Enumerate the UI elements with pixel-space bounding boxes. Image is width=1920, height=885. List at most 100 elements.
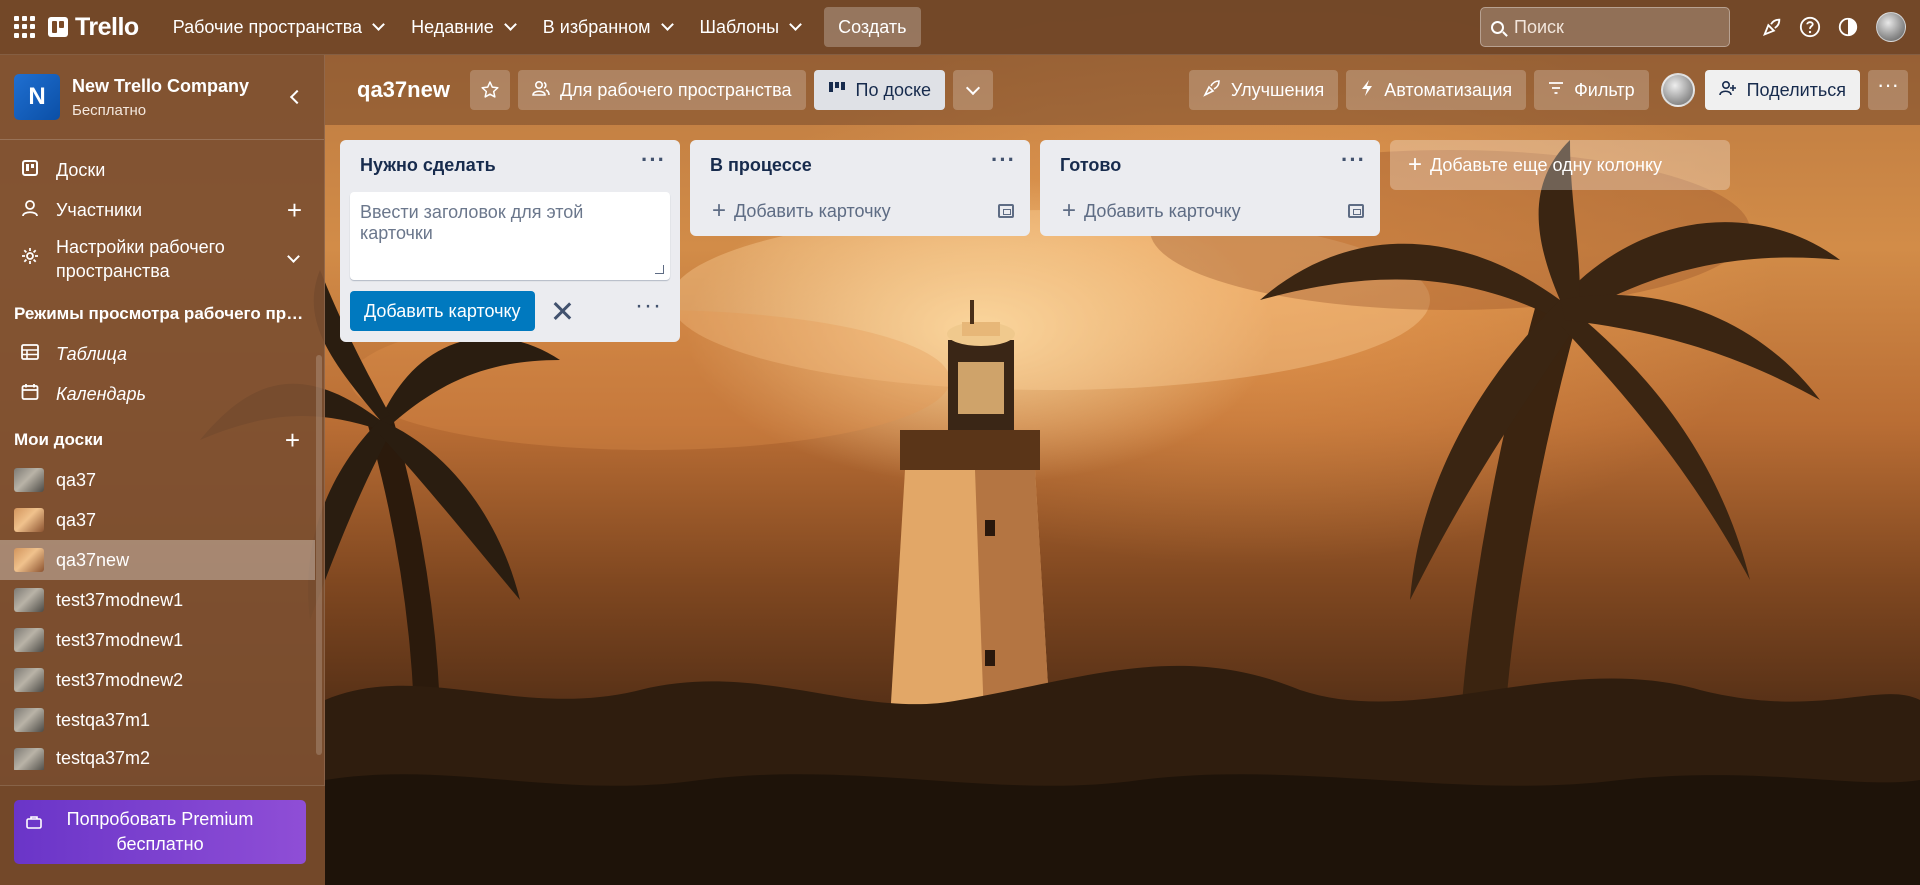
search-box[interactable]	[1480, 7, 1730, 47]
automation-button[interactable]: Автоматизация	[1346, 70, 1527, 110]
calendar-icon	[20, 383, 40, 406]
list-in-progress: В процессе ··· + Добавить карточку	[690, 140, 1030, 236]
filter-button[interactable]: Фильтр	[1534, 70, 1649, 110]
chevron-left-icon	[289, 89, 305, 105]
add-board-icon[interactable]: +	[285, 425, 300, 456]
plus-icon: +	[1062, 197, 1077, 224]
add-card-label: Добавить карточку	[1084, 200, 1241, 221]
add-card-button[interactable]: Добавить карточку	[350, 291, 535, 331]
board-title[interactable]: qa37new	[357, 77, 450, 103]
sidebar-board-item[interactable]: qa37	[0, 460, 324, 500]
powerups-button[interactable]: Улучшения	[1188, 70, 1339, 110]
sidebar-board-item[interactable]: test37modnew2	[0, 660, 324, 700]
table-icon	[20, 343, 40, 365]
sidebar-board-item[interactable]: testqa37m2	[0, 740, 324, 770]
card-composer	[350, 192, 670, 280]
sidebar-item-label: Доски	[56, 159, 106, 180]
workspace-header: N New Trello Company Бесплатно	[0, 55, 324, 140]
sidebar-item-label: Настройки рабочего пространства	[56, 237, 225, 281]
board-thumbnail	[14, 548, 44, 572]
visibility-label: Для рабочего пространства	[559, 79, 792, 100]
sidebar-board-item[interactable]: testqa37m1	[0, 700, 324, 740]
add-list-button[interactable]: + Добавьте еще одну колонку	[1390, 140, 1730, 190]
top-right-tools	[1480, 7, 1906, 47]
resize-handle-icon[interactable]	[655, 265, 664, 274]
board-header: qa37new Для рабочего пространства По дос…	[325, 55, 1920, 125]
close-icon[interactable]	[549, 298, 575, 324]
sidebar-item-settings[interactable]: Настройки рабочего пространства	[0, 230, 324, 288]
nav-templates-label: Шаблоны	[699, 16, 780, 37]
list-title[interactable]: Готово	[1060, 155, 1121, 176]
board-member-avatar[interactable]	[1660, 73, 1695, 107]
list-menu-icon[interactable]: ···	[1341, 149, 1366, 175]
board-menu-button[interactable]: ···	[1868, 70, 1908, 110]
add-card-row[interactable]: + Добавить карточку	[1040, 190, 1380, 232]
sidebar-board-item[interactable]: qa37	[0, 500, 324, 540]
collapse-sidebar-button[interactable]	[280, 82, 310, 112]
trello-logo-icon	[48, 17, 68, 37]
nav-workspaces-label: Рабочие пространства	[172, 16, 363, 37]
star-board-button[interactable]	[469, 70, 510, 110]
add-member-icon[interactable]: +	[287, 195, 302, 226]
add-person-icon	[1718, 79, 1737, 102]
list-menu-icon[interactable]: ···	[641, 149, 666, 175]
add-card-row[interactable]: + Добавить карточку	[690, 190, 1030, 232]
try-premium-button[interactable]: Попробовать Premium бесплатно	[14, 800, 306, 864]
briefcase-icon	[26, 812, 42, 837]
board-thumbnail	[14, 468, 44, 492]
workspace-sidebar: N New Trello Company Бесплатно Доски Уча…	[0, 55, 325, 885]
board-thumbnail	[14, 668, 44, 692]
workspace-plan: Бесплатно	[72, 101, 147, 119]
nav-recent[interactable]: Недавние	[399, 8, 527, 46]
list-title[interactable]: Нужно сделать	[360, 155, 496, 176]
nav-starred[interactable]: В избранном	[531, 8, 684, 46]
search-input[interactable]	[1514, 16, 1704, 38]
app-switcher-icon[interactable]	[14, 16, 36, 38]
share-button[interactable]: Поделиться	[1704, 70, 1860, 110]
trello-logo-text: Trello	[75, 12, 139, 41]
try-premium-label: Попробовать Premium бесплатно	[66, 809, 254, 854]
workspace-views-label: Режимы просмотра рабочего пространства	[14, 304, 310, 323]
sidebar-item-boards[interactable]: Доски	[0, 150, 324, 190]
sidebar-board-item-active[interactable]: qa37new	[0, 540, 315, 580]
filter-icon	[1548, 80, 1564, 100]
sidebar-view-calendar[interactable]: Календарь	[0, 374, 324, 414]
list-menu-icon[interactable]: ···	[991, 149, 1016, 175]
list-header[interactable]: Нужно сделать ···	[340, 140, 680, 190]
sidebar-item-members[interactable]: Участники +	[0, 190, 324, 230]
workspace-name: New Trello Company	[72, 75, 250, 96]
composer-options-icon[interactable]: ···	[635, 292, 662, 330]
board-view-button[interactable]: По доске	[813, 70, 946, 110]
theme-toggle-icon[interactable]	[1834, 13, 1862, 41]
create-button[interactable]: Создать	[824, 7, 921, 47]
automation-label: Автоматизация	[1384, 79, 1513, 100]
help-icon[interactable]	[1796, 13, 1824, 41]
list-done: Готово ··· + Добавить карточку	[1040, 140, 1380, 236]
chevron-down-icon	[660, 18, 674, 31]
nav-templates[interactable]: Шаблоны	[688, 8, 813, 46]
card-template-icon[interactable]	[998, 204, 1014, 218]
list-header[interactable]: В процессе ···	[690, 140, 1030, 190]
board-name: qa37new	[56, 549, 130, 570]
add-list-label: Добавьте еще одну колонку	[1430, 154, 1663, 175]
user-avatar[interactable]	[1876, 12, 1906, 42]
workspace-views-title: Режимы просмотра рабочего пространства	[0, 294, 324, 334]
trello-logo[interactable]: Trello	[48, 13, 139, 42]
card-template-icon[interactable]	[1348, 204, 1364, 218]
sidebar-view-table[interactable]: Таблица	[0, 334, 324, 374]
sidebar-scrollbar[interactable]	[316, 355, 322, 755]
star-icon	[481, 81, 499, 98]
nav-workspaces[interactable]: Рабочие пространства	[161, 8, 395, 46]
visibility-button[interactable]: Для рабочего пространства	[517, 70, 806, 110]
sidebar-board-item[interactable]: test37modnew1	[0, 620, 324, 660]
nav-starred-label: В избранном	[542, 16, 651, 37]
list-header[interactable]: Готово ···	[1040, 140, 1380, 190]
sidebar-board-item[interactable]: test37modnew1	[0, 580, 324, 620]
board-thumbnail	[14, 588, 44, 612]
board-thumbnail	[14, 748, 44, 770]
list-title[interactable]: В процессе	[710, 155, 812, 176]
card-title-input[interactable]	[350, 192, 670, 280]
people-icon	[532, 79, 550, 102]
whats-new-icon[interactable]	[1758, 13, 1786, 41]
view-switcher-button[interactable]	[953, 70, 994, 110]
